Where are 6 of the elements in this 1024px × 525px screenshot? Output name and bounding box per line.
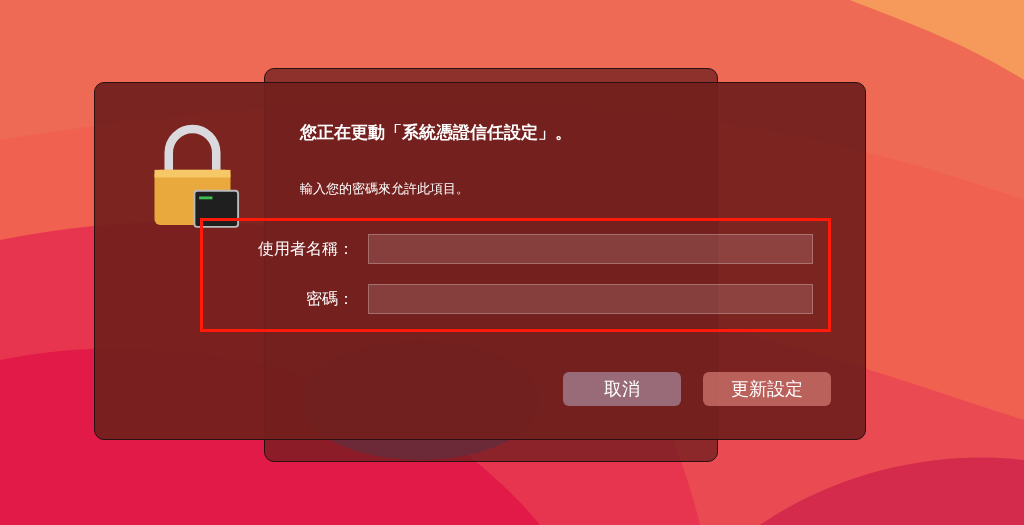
dialog-message: 輸入您的密碼來允許此項目。 xyxy=(300,180,470,198)
field-label: 密碼： xyxy=(305,288,354,310)
field-label: 使用者名稱： xyxy=(257,238,354,260)
cancel-button[interactable]: 取消 xyxy=(563,372,681,406)
confirm-button[interactable]: 更新設定 xyxy=(703,372,831,406)
dialog-title: 您正在更動「系統憑證信任設定」。 xyxy=(300,121,573,144)
